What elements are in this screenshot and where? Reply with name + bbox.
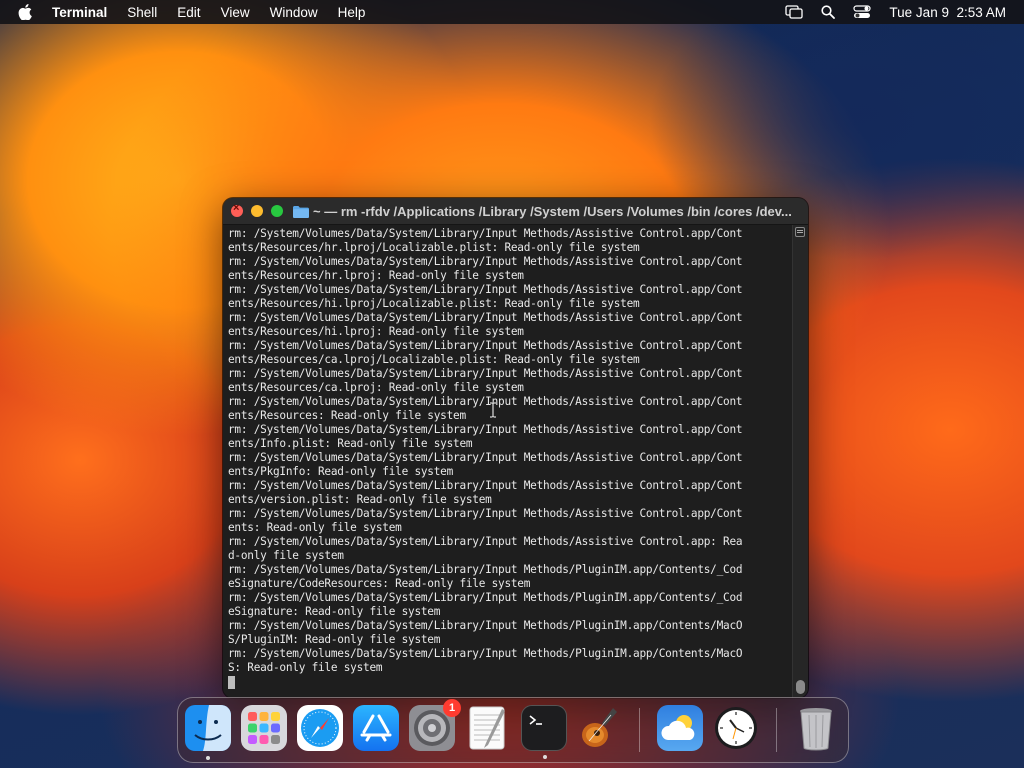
terminal-line: rm: /System/Volumes/Data/System/Library/… (228, 367, 743, 380)
scrollbar-thumb[interactable] (796, 680, 805, 694)
terminal-prompt-line (228, 675, 793, 689)
dock-weather[interactable] (657, 705, 703, 751)
dock-app-store[interactable] (353, 705, 399, 751)
terminal-line: ents/Resources/hi.lproj/Localizable.plis… (228, 297, 640, 310)
close-button[interactable] (231, 202, 243, 217)
weather-icon (661, 715, 695, 740)
notification-badge: 1 (443, 699, 461, 717)
safari-icon (301, 709, 339, 747)
running-indicator (206, 756, 210, 760)
window-title: ~ — rm -rfdv /Applications /Library /Sys… (313, 203, 792, 219)
terminal-line: ents/Resources/hr.lproj: Read-only file … (228, 269, 524, 282)
clock-icon (715, 707, 757, 749)
terminal-output[interactable]: rm: /System/Volumes/Data/System/Library/… (223, 225, 793, 698)
terminal-line: rm: /System/Volumes/Data/System/Library/… (228, 507, 743, 520)
terminal-line: ents/Resources/hi.lproj: Read-only file … (228, 325, 524, 338)
terminal-line: ents/Resources/ca.lproj: Read-only file … (228, 381, 524, 394)
minimize-button[interactable] (251, 205, 263, 217)
menu-shell[interactable]: Shell (127, 5, 157, 20)
garageband-icon (582, 708, 617, 747)
menu-window[interactable]: Window (270, 5, 318, 20)
folder-icon (293, 205, 309, 218)
menu-bar: Terminal Shell Edit View Window Help Tue… (0, 0, 1024, 24)
dock-separator (776, 708, 777, 752)
textedit-icon (469, 706, 505, 750)
dock-trash[interactable] (793, 705, 839, 751)
dock-textedit[interactable] (465, 705, 511, 751)
terminal-line: rm: /System/Volumes/Data/System/Library/… (228, 283, 743, 296)
terminal-line: ents/Resources/hr.lproj/Localizable.plis… (228, 241, 640, 254)
dock-separator (639, 708, 640, 752)
text-cursor-icon (490, 402, 496, 418)
terminal-line: rm: /System/Volumes/Data/System/Library/… (228, 535, 743, 548)
terminal-window: ~ — rm -rfdv /Applications /Library /Sys… (223, 198, 808, 698)
terminal-cursor (228, 676, 235, 689)
terminal-line: rm: /System/Volumes/Data/System/Library/… (228, 423, 743, 436)
menu-help[interactable]: Help (338, 5, 366, 20)
terminal-line: ents/Resources: Read-only file system (228, 409, 466, 422)
dock-garageband[interactable] (577, 705, 623, 751)
terminal-line: rm: /System/Volumes/Data/System/Library/… (228, 479, 743, 492)
menu-view[interactable]: View (221, 5, 250, 20)
scroll-options-icon[interactable] (795, 227, 805, 237)
scrollbar[interactable] (792, 225, 808, 698)
terminal-line: rm: /System/Volumes/Data/System/Library/… (228, 311, 743, 324)
app-store-icon (360, 714, 392, 742)
terminal-icon (529, 715, 542, 725)
control-center-icon[interactable] (853, 5, 872, 19)
terminal-line: ents/PkgInfo: Read-only file system (228, 465, 454, 478)
terminal-line: rm: /System/Volumes/Data/System/Library/… (228, 619, 743, 632)
launchpad-icon (248, 712, 280, 744)
dock-system-settings[interactable]: 1 (409, 699, 461, 751)
dock-terminal[interactable] (521, 705, 567, 759)
zoom-button[interactable] (271, 205, 283, 217)
terminal-line: S/PluginIM: Read-only file system (228, 633, 441, 646)
dock-safari[interactable] (297, 705, 343, 751)
menu-bar-clock[interactable]: Tue Jan 9 2:53 AM (889, 5, 1006, 20)
terminal-line: rm: /System/Volumes/Data/System/Library/… (228, 255, 743, 268)
terminal-line: rm: /System/Volumes/Data/System/Library/… (228, 647, 743, 660)
screen-mirroring-icon[interactable] (785, 5, 804, 19)
apple-menu-icon[interactable] (18, 3, 34, 21)
dock: 1 (177, 697, 849, 763)
terminal-line: eSignature: Read-only file system (228, 605, 441, 618)
terminal-line: ents: Read-only file system (228, 521, 402, 534)
terminal-line: eSignature/CodeResources: Read-only file… (228, 577, 531, 590)
spotlight-search-icon[interactable] (821, 5, 836, 19)
terminal-line: rm: /System/Volumes/Data/System/Library/… (228, 451, 743, 464)
terminal-line: ents/Info.plist: Read-only file system (228, 437, 473, 450)
finder-icon (185, 705, 231, 751)
dock-clock[interactable] (713, 705, 759, 751)
running-indicator (543, 755, 547, 759)
terminal-line: ents/Resources/ca.lproj/Localizable.plis… (228, 353, 640, 366)
trash-icon (800, 708, 832, 751)
terminal-line: d-only file system (228, 549, 344, 562)
terminal-line: rm: /System/Volumes/Data/System/Library/… (228, 563, 743, 576)
terminal-line: rm: /System/Volumes/Data/System/Library/… (228, 227, 743, 240)
terminal-line: S: Read-only file system (228, 661, 383, 674)
window-titlebar[interactable]: ~ — rm -rfdv /Applications /Library /Sys… (223, 198, 808, 225)
dock-launchpad[interactable] (241, 705, 287, 751)
menu-edit[interactable]: Edit (177, 5, 200, 20)
terminal-line: rm: /System/Volumes/Data/System/Library/… (228, 395, 743, 408)
terminal-line: rm: /System/Volumes/Data/System/Library/… (228, 591, 743, 604)
terminal-line: rm: /System/Volumes/Data/System/Library/… (228, 339, 743, 352)
menu-terminal[interactable]: Terminal (52, 5, 107, 20)
terminal-line: ents/version.plist: Read-only file syste… (228, 493, 492, 506)
dock-finder[interactable] (185, 705, 231, 760)
